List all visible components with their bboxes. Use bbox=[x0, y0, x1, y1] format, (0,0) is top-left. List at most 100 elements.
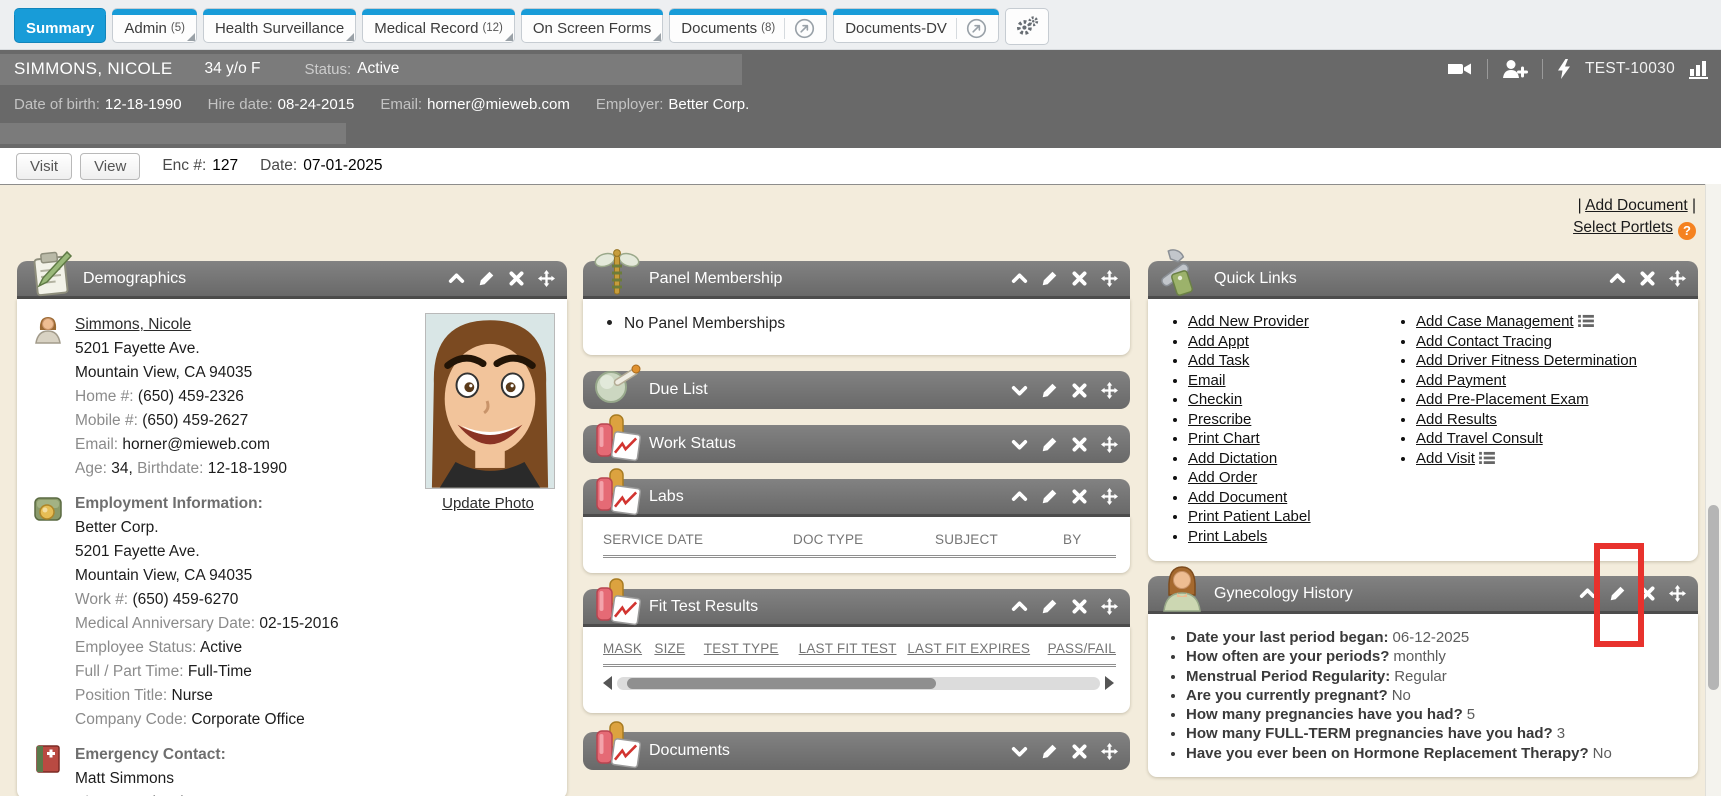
quick-link[interactable]: Add Contact Tracing bbox=[1416, 333, 1552, 350]
edit-icon[interactable] bbox=[1609, 585, 1626, 602]
video-camera-icon[interactable] bbox=[1447, 61, 1473, 77]
medical-anniversary: Medical Anniversary Date: 02-15-2016 bbox=[75, 612, 553, 636]
quick-link[interactable]: Add Order bbox=[1188, 469, 1257, 486]
employer-address1: 5201 Fayette Ave. bbox=[75, 540, 553, 564]
tab-admin[interactable]: Admin(5) bbox=[112, 8, 197, 43]
edit-icon[interactable] bbox=[1041, 488, 1058, 505]
quick-link[interactable]: Add Payment bbox=[1416, 372, 1506, 389]
sort-column-header[interactable]: MASK bbox=[603, 641, 654, 656]
edit-icon[interactable] bbox=[1041, 436, 1058, 453]
tab-health-surveillance[interactable]: Health Surveillance bbox=[203, 8, 356, 43]
quick-link[interactable]: Add Results bbox=[1416, 411, 1497, 428]
list-item: Menstrual Period Regularity:Regular bbox=[1186, 668, 1688, 685]
caduceus-icon bbox=[593, 248, 641, 298]
sort-column-header[interactable]: SIZE bbox=[654, 641, 703, 656]
quick-link[interactable]: Add Task bbox=[1188, 352, 1249, 369]
quick-link[interactable]: Add Document bbox=[1188, 489, 1287, 506]
quick-link[interactable]: Print Chart bbox=[1188, 430, 1260, 447]
add-person-icon[interactable] bbox=[1502, 59, 1528, 79]
scrollbar-thumb[interactable] bbox=[1708, 505, 1719, 690]
quick-link[interactable]: Email bbox=[1188, 372, 1226, 389]
tab-documents[interactable]: Documents(8) bbox=[669, 8, 827, 43]
close-icon[interactable] bbox=[1071, 743, 1088, 760]
sort-column-header[interactable]: PASS/FAIL bbox=[1048, 641, 1116, 656]
visit-button[interactable]: Visit bbox=[16, 153, 72, 180]
quick-link[interactable]: Print Patient Label bbox=[1188, 508, 1311, 525]
collapse-icon[interactable] bbox=[1609, 270, 1626, 287]
quick-link[interactable]: Checkin bbox=[1188, 391, 1242, 408]
edit-icon[interactable] bbox=[478, 270, 495, 287]
scroll-right-arrow[interactable] bbox=[1105, 676, 1114, 690]
update-photo-link[interactable]: Update Photo bbox=[442, 495, 534, 512]
quick-link[interactable]: Prescribe bbox=[1188, 411, 1251, 428]
expand-icon[interactable] bbox=[1011, 382, 1028, 399]
collapse-icon[interactable] bbox=[1011, 598, 1028, 615]
quick-link[interactable]: Add Pre-Placement Exam bbox=[1416, 391, 1589, 408]
scrollbar-thumb[interactable] bbox=[627, 678, 936, 689]
portlet-header: Gynecology History bbox=[1148, 576, 1698, 614]
close-icon[interactable] bbox=[1071, 382, 1088, 399]
sort-column-header[interactable]: TEST TYPE bbox=[704, 641, 799, 656]
close-icon[interactable] bbox=[1071, 270, 1088, 287]
close-icon[interactable] bbox=[508, 270, 525, 287]
close-icon[interactable] bbox=[1071, 598, 1088, 615]
tab-summary[interactable]: Summary bbox=[14, 8, 106, 43]
move-icon[interactable] bbox=[1101, 436, 1118, 453]
edit-icon[interactable] bbox=[1041, 382, 1058, 399]
expand-icon[interactable] bbox=[1011, 743, 1028, 760]
lightning-icon[interactable] bbox=[1557, 59, 1571, 79]
collapse-icon[interactable] bbox=[1011, 488, 1028, 505]
collapse-icon[interactable] bbox=[1579, 585, 1596, 602]
quick-link[interactable]: Add Appt bbox=[1188, 333, 1249, 350]
collapse-icon[interactable] bbox=[448, 270, 465, 287]
close-icon[interactable] bbox=[1071, 436, 1088, 453]
move-icon[interactable] bbox=[1101, 382, 1118, 399]
close-icon[interactable] bbox=[1639, 270, 1656, 287]
horizontal-scrollbar bbox=[603, 676, 1114, 690]
view-button[interactable]: View bbox=[80, 153, 140, 180]
tab-documents-dv[interactable]: Documents-DV bbox=[833, 8, 999, 43]
banner-icons: TEST-10030 bbox=[1447, 50, 1709, 88]
move-icon[interactable] bbox=[1101, 743, 1118, 760]
quick-link[interactable]: Add Dictation bbox=[1188, 450, 1277, 467]
expand-icon[interactable] bbox=[1011, 436, 1028, 453]
close-icon[interactable] bbox=[1639, 585, 1656, 602]
tab-settings-button[interactable] bbox=[1005, 8, 1049, 45]
close-icon[interactable] bbox=[1071, 488, 1088, 505]
quick-link[interactable]: Add Driver Fitness Determination bbox=[1416, 352, 1637, 369]
help-icon[interactable]: ? bbox=[1678, 222, 1696, 240]
quick-link[interactable]: Add Case Management bbox=[1416, 313, 1574, 330]
open-in-new-window-icon[interactable] bbox=[966, 18, 987, 39]
sort-column-header[interactable]: LAST FIT EXPIRES bbox=[907, 641, 1047, 656]
move-icon[interactable] bbox=[538, 270, 555, 287]
collapse-icon[interactable] bbox=[1011, 270, 1028, 287]
add-document-link[interactable]: Add Document bbox=[1585, 197, 1688, 214]
move-icon[interactable] bbox=[1101, 488, 1118, 505]
portlet-title: Gynecology History bbox=[1214, 585, 1353, 603]
move-icon[interactable] bbox=[1101, 270, 1118, 287]
patient-name-link[interactable]: Simmons, Nicole bbox=[75, 316, 191, 333]
portlet-tools bbox=[1011, 743, 1118, 760]
move-icon[interactable] bbox=[1101, 598, 1118, 615]
tab-medical-record[interactable]: Medical Record(12) bbox=[362, 8, 515, 43]
select-portlets-link[interactable]: Select Portlets bbox=[1573, 219, 1673, 236]
quick-link[interactable]: Print Labels bbox=[1188, 528, 1267, 545]
portlet-header: Quick Links bbox=[1148, 261, 1698, 299]
sort-column-header[interactable]: LAST FIT TEST bbox=[799, 641, 908, 656]
move-icon[interactable] bbox=[1669, 585, 1686, 602]
move-icon[interactable] bbox=[1669, 270, 1686, 287]
quick-link[interactable]: Add New Provider bbox=[1188, 313, 1309, 330]
list-view-icon[interactable] bbox=[1578, 314, 1594, 327]
edit-icon[interactable] bbox=[1041, 743, 1058, 760]
list-item: Add Travel Consult bbox=[1416, 430, 1637, 447]
quick-link[interactable]: Add Visit bbox=[1416, 450, 1475, 467]
edit-icon[interactable] bbox=[1041, 270, 1058, 287]
edit-icon[interactable] bbox=[1041, 598, 1058, 615]
quick-link[interactable]: Add Travel Consult bbox=[1416, 430, 1543, 447]
open-in-new-window-icon[interactable] bbox=[794, 18, 815, 39]
tab-on-screen-forms[interactable]: On Screen Forms bbox=[521, 8, 663, 43]
scroll-left-arrow[interactable] bbox=[603, 676, 612, 690]
left-column: Demographics Simmons, Nicole 5201 Fayett… bbox=[17, 261, 567, 796]
list-view-icon[interactable] bbox=[1479, 451, 1495, 464]
flowsheet-chart-icon[interactable] bbox=[1689, 59, 1709, 79]
